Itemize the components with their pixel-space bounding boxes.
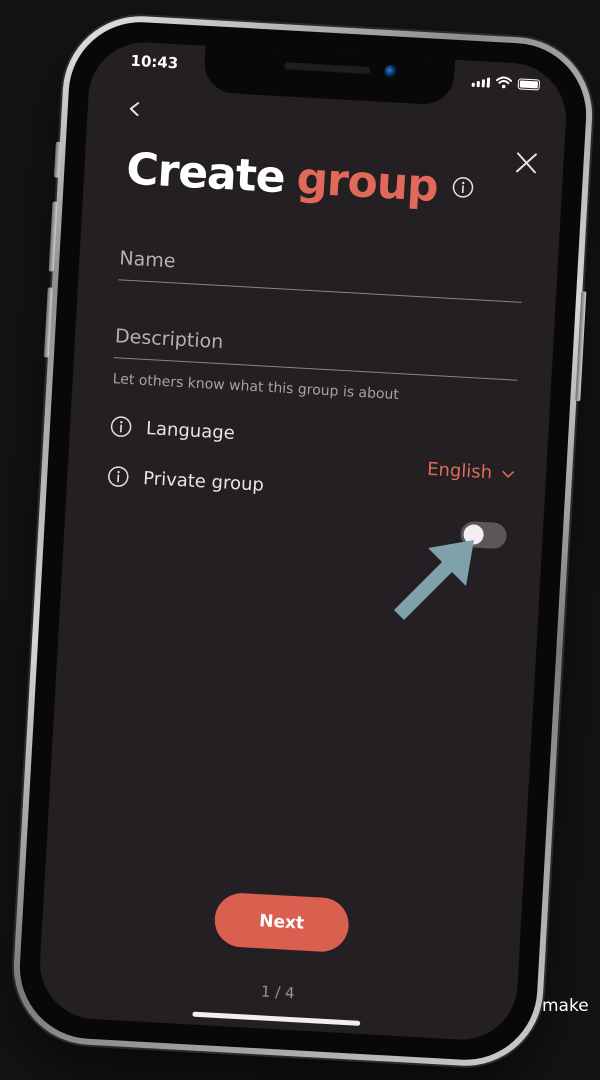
battery-icon bbox=[517, 78, 541, 91]
page-title: Create group bbox=[125, 144, 475, 214]
title-primary: Create bbox=[125, 143, 287, 204]
front-camera bbox=[383, 64, 398, 79]
volume-down-button bbox=[43, 287, 53, 358]
chevron-down-icon bbox=[502, 470, 515, 478]
private-info-icon[interactable] bbox=[107, 465, 130, 488]
status-time: 10:43 bbox=[130, 51, 179, 73]
status-icons bbox=[471, 75, 541, 91]
notch bbox=[202, 45, 456, 106]
description-field bbox=[113, 319, 520, 381]
arrow-pointer-icon bbox=[394, 540, 474, 620]
language-row: Language bbox=[110, 415, 236, 444]
back-icon[interactable] bbox=[127, 102, 142, 117]
wifi-icon bbox=[496, 76, 513, 89]
volume-up-button bbox=[48, 201, 58, 272]
language-info-icon[interactable] bbox=[110, 415, 133, 438]
description-input[interactable] bbox=[113, 319, 520, 380]
language-value: English bbox=[426, 458, 493, 484]
next-button[interactable]: Next bbox=[213, 891, 351, 954]
title-accent: group bbox=[295, 153, 440, 212]
page-indicator: 1 / 4 bbox=[260, 982, 296, 1003]
language-label: Language bbox=[145, 417, 236, 444]
phone-frame: 10:43 Create group Name Description Let … bbox=[9, 12, 597, 1070]
home-indicator[interactable] bbox=[192, 1011, 361, 1026]
info-icon[interactable] bbox=[451, 176, 474, 199]
language-select[interactable]: English bbox=[427, 459, 515, 485]
description-hint: Let others know what this group is about bbox=[112, 371, 400, 404]
name-input[interactable] bbox=[118, 241, 524, 302]
name-field bbox=[118, 241, 524, 303]
app-screen: 10:43 Create group Name Description Let … bbox=[37, 39, 569, 1043]
speaker-grille bbox=[284, 62, 371, 75]
phone-bezel: 10:43 Create group Name Description Let … bbox=[15, 18, 591, 1064]
private-group-row: Private group bbox=[107, 465, 265, 496]
power-button bbox=[575, 291, 587, 402]
mute-switch bbox=[53, 141, 61, 178]
signal-icon bbox=[471, 77, 491, 88]
close-icon[interactable] bbox=[515, 151, 538, 174]
stage: 10:43 Create group Name Description Let … bbox=[0, 0, 600, 1080]
private-group-label: Private group bbox=[142, 467, 265, 496]
caption-text: make bbox=[542, 996, 589, 1016]
